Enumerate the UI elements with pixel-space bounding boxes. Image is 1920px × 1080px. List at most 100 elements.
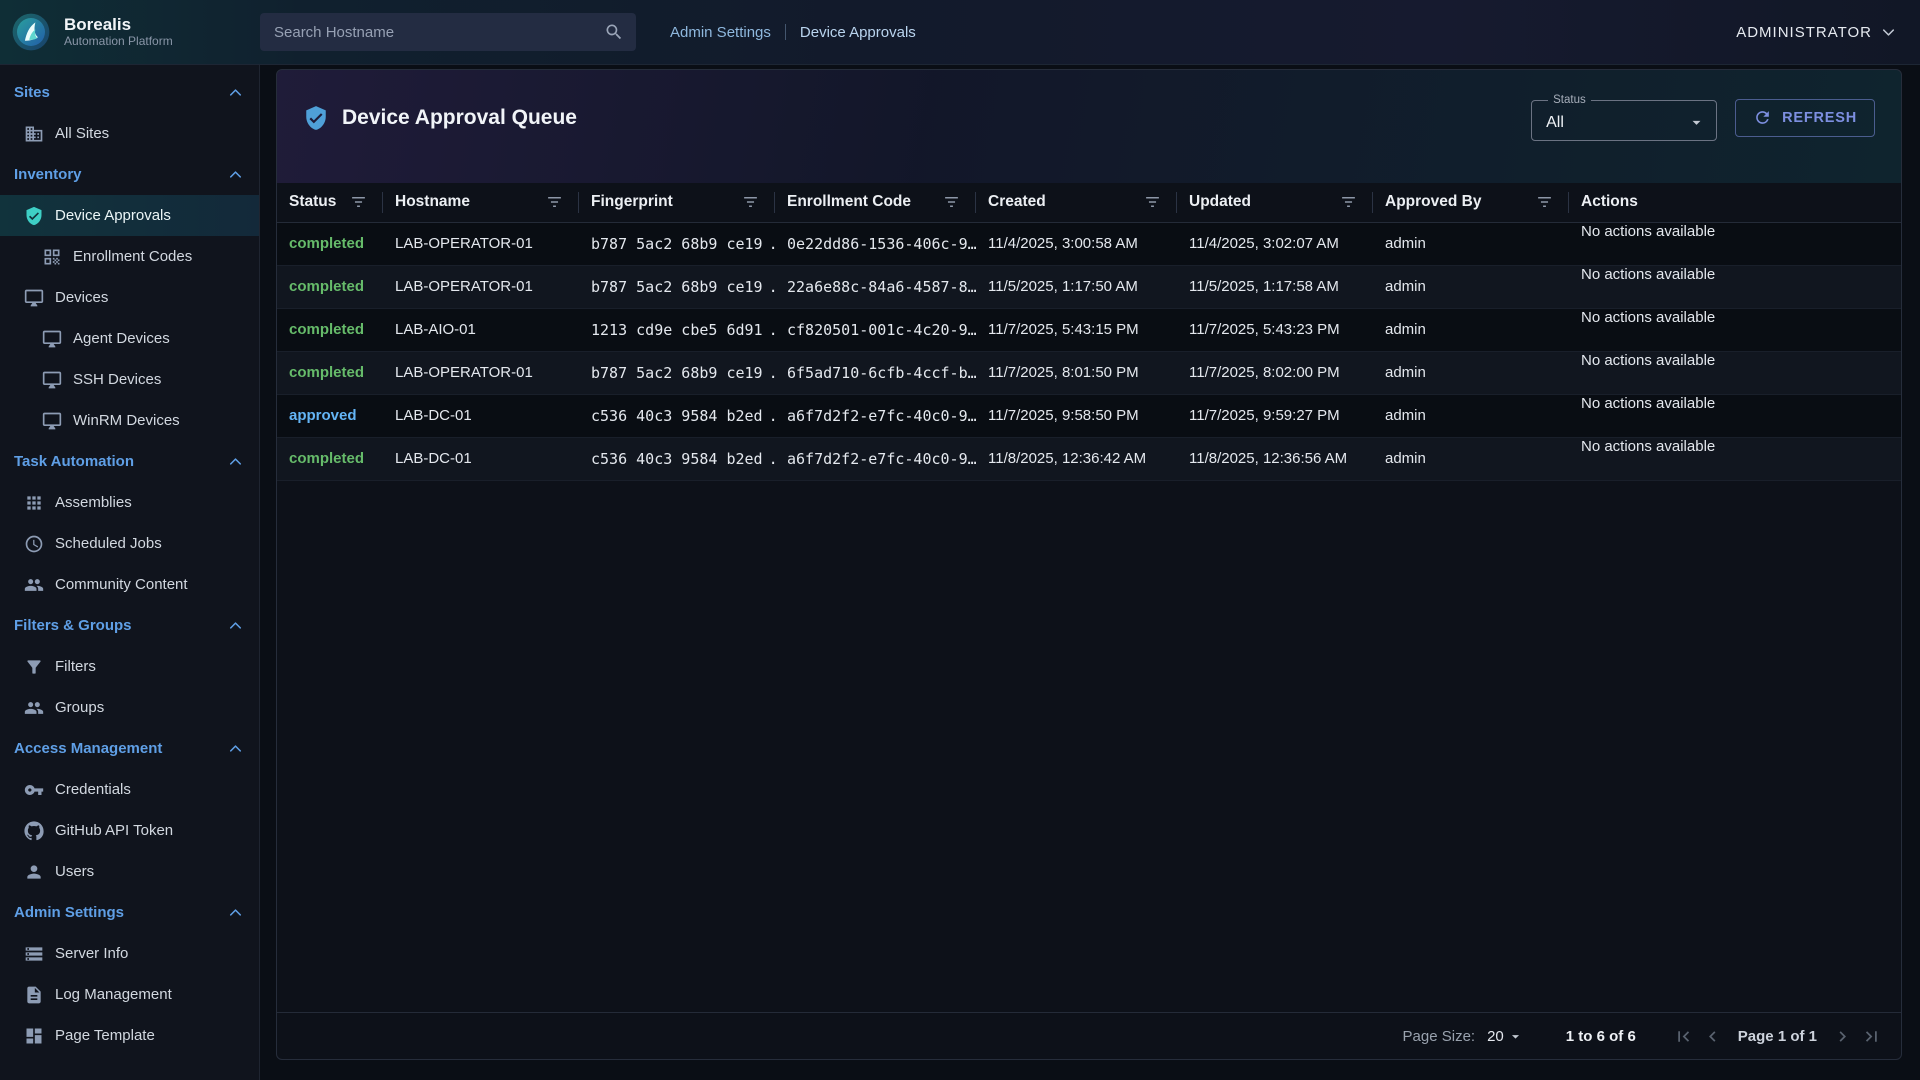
enrollment-code-cell: 6f5ad710-6cfb-4ccf-b… (775, 351, 976, 394)
created-cell: 11/7/2025, 9:58:50 PM (976, 394, 1177, 437)
filter-icon[interactable] (350, 194, 367, 211)
sidebar-item-users[interactable]: Users (0, 851, 259, 892)
last-page-icon (1861, 1026, 1882, 1047)
search-input[interactable] (272, 23, 596, 42)
sidebar-item-filters[interactable]: Filters (0, 646, 259, 687)
people-icon (24, 698, 44, 718)
filter-icon[interactable] (546, 194, 563, 211)
fingerprint-cell: c536 40c3 9584 b2ed … (579, 437, 775, 480)
column-header-updated[interactable]: Updated (1177, 183, 1373, 222)
actions-cell: No actions available (1569, 265, 1901, 308)
first-page-button[interactable] (1670, 1023, 1697, 1050)
breadcrumb-separator (785, 24, 786, 40)
filter-icon[interactable] (1340, 194, 1357, 211)
filter-icon[interactable] (1144, 194, 1161, 211)
borealis-logo-icon (10, 11, 52, 53)
hostname-cell: LAB-DC-01 (383, 437, 579, 480)
fingerprint-cell: b787 5ac2 68b9 ce19 … (579, 222, 775, 265)
sidebar-item-log-management[interactable]: Log Management (0, 974, 259, 1015)
filter-icon[interactable] (943, 194, 960, 211)
page-info-text: Page 1 of 1 (1738, 1028, 1817, 1045)
chevron-up-icon (226, 903, 245, 922)
hostname-cell: LAB-AIO-01 (383, 308, 579, 351)
sidebar-item-ssh-devices[interactable]: SSH Devices (0, 359, 259, 400)
chevron-down-icon (1879, 23, 1898, 42)
monitor-icon (42, 329, 62, 349)
sidebar-item-enrollment-codes[interactable]: Enrollment Codes (0, 236, 259, 277)
chevron-up-icon (226, 165, 245, 184)
previous-page-button[interactable] (1699, 1023, 1726, 1050)
sidebar-item-groups[interactable]: Groups (0, 687, 259, 728)
user-menu[interactable]: ADMINISTRATOR (1736, 23, 1898, 42)
top-bar: Borealis Automation Platform Admin Setti… (0, 0, 1920, 65)
updated-cell: 11/5/2025, 1:17:58 AM (1177, 265, 1373, 308)
last-page-button[interactable] (1858, 1023, 1885, 1050)
fingerprint-cell: c536 40c3 9584 b2ed … (579, 394, 775, 437)
created-cell: 11/5/2025, 1:17:50 AM (976, 265, 1177, 308)
hostname-search[interactable] (260, 13, 636, 51)
column-header-status[interactable]: Status (277, 183, 383, 222)
device-approval-card: Device Approval Queue Status All REFRESH (276, 69, 1902, 1060)
next-page-button[interactable] (1829, 1023, 1856, 1050)
sidebar-item-device-approvals[interactable]: Device Approvals (0, 195, 259, 236)
sidebar-item-github-api-token[interactable]: GitHub API Token (0, 810, 259, 851)
column-header-approved-by[interactable]: Approved By (1373, 183, 1569, 222)
breadcrumb-device-approvals[interactable]: Device Approvals (800, 24, 916, 41)
breadcrumb-admin-settings[interactable]: Admin Settings (670, 24, 771, 41)
sidebar-section-inventory[interactable]: Inventory (0, 154, 259, 195)
sidebar-item-winrm-devices[interactable]: WinRM Devices (0, 400, 259, 441)
sidebar-section-filters-groups[interactable]: Filters & Groups (0, 605, 259, 646)
github-icon (24, 821, 44, 841)
sidebar-item-assemblies[interactable]: Assemblies (0, 482, 259, 523)
approval-table-area: Status Hostname Fingerprint Enrollment C… (277, 183, 1901, 1012)
app-name: Borealis (64, 15, 173, 35)
table-row[interactable]: completed LAB-OPERATOR-01 b787 5ac2 68b9… (277, 222, 1901, 265)
updated-cell: 11/7/2025, 9:59:27 PM (1177, 394, 1373, 437)
refresh-button[interactable]: REFRESH (1735, 99, 1875, 137)
fingerprint-cell: b787 5ac2 68b9 ce19 … (579, 265, 775, 308)
sidebar-item-server-info[interactable]: Server Info (0, 933, 259, 974)
table-row[interactable]: completed LAB-OPERATOR-01 b787 5ac2 68b9… (277, 265, 1901, 308)
table-row[interactable]: completed LAB-OPERATOR-01 b787 5ac2 68b9… (277, 351, 1901, 394)
sidebar-item-agent-devices[interactable]: Agent Devices (0, 318, 259, 359)
table-row[interactable]: approved LAB-DC-01 c536 40c3 9584 b2ed …… (277, 394, 1901, 437)
approved-by-cell: admin (1373, 308, 1569, 351)
sidebar-section-access-management[interactable]: Access Management (0, 728, 259, 769)
app-subtitle: Automation Platform (64, 35, 173, 49)
sidebar-item-scheduled-jobs[interactable]: Scheduled Jobs (0, 523, 259, 564)
sidebar-section-admin-settings[interactable]: Admin Settings (0, 892, 259, 933)
header-controls: Status All REFRESH (1531, 94, 1875, 141)
table-row[interactable]: completed LAB-DC-01 c536 40c3 9584 b2ed … (277, 437, 1901, 480)
shield-icon (303, 105, 329, 131)
column-header-fingerprint[interactable]: Fingerprint (579, 183, 775, 222)
sidebar-section-task-automation[interactable]: Task Automation (0, 441, 259, 482)
row-range-text: 1 to 6 of 6 (1566, 1028, 1636, 1045)
fingerprint-cell: 1213 cd9e cbe5 6d91 … (579, 308, 775, 351)
sidebar-item-community-content[interactable]: Community Content (0, 564, 259, 605)
sidebar-section-sites[interactable]: Sites (0, 72, 259, 113)
enrollment-code-icon (42, 247, 62, 267)
sidebar-item-credentials[interactable]: Credentials (0, 769, 259, 810)
status-filter-select[interactable]: Status All (1531, 94, 1717, 141)
monitor-icon (42, 370, 62, 390)
filter-icon[interactable] (1536, 194, 1553, 211)
page-size-select[interactable]: 20 (1487, 1028, 1524, 1045)
sidebar-item-all-sites[interactable]: All Sites (0, 113, 259, 154)
column-header-created[interactable]: Created (976, 183, 1177, 222)
table-row[interactable]: completed LAB-AIO-01 1213 cd9e cbe5 6d91… (277, 308, 1901, 351)
enrollment-code-cell: 22a6e88c-84a6-4587-8… (775, 265, 976, 308)
chevron-up-icon (226, 452, 245, 471)
filter-icon[interactable] (742, 194, 759, 211)
dashboard-icon (24, 1026, 44, 1046)
status-cell: completed (277, 265, 383, 308)
sidebar-item-devices[interactable]: Devices (0, 277, 259, 318)
status-filter-value: All (1546, 114, 1564, 132)
search-icon[interactable] (604, 22, 624, 42)
approval-table: Status Hostname Fingerprint Enrollment C… (277, 183, 1901, 481)
card-header: Device Approval Queue Status All REFRESH (277, 70, 1901, 183)
column-header-hostname[interactable]: Hostname (383, 183, 579, 222)
page-size-group: Page Size: 20 (1403, 1028, 1524, 1045)
column-header-enrollment-code[interactable]: Enrollment Code (775, 183, 976, 222)
brand: Borealis Automation Platform (0, 11, 260, 53)
sidebar-item-page-template[interactable]: Page Template (0, 1015, 259, 1056)
